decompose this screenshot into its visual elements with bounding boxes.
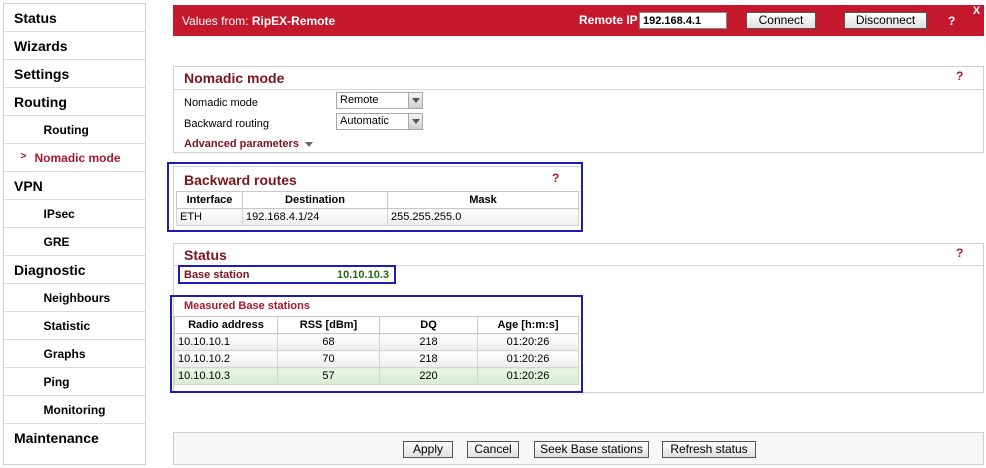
nav-label: Statistic: [43, 318, 91, 333]
nav-label-wrap: > Nomadic mode: [21, 150, 123, 165]
nav-label: IPsec: [43, 206, 75, 221]
backward-routes-highlight: [167, 162, 583, 232]
nav-label: GRE: [43, 234, 70, 249]
nav-label: Nomadic mode: [34, 150, 121, 165]
nav-label: Status: [14, 9, 57, 26]
remote-ip-label: Remote IP: [579, 13, 638, 27]
measured-base-stations-highlight: [170, 295, 583, 393]
select-value: Remote: [340, 94, 379, 106]
nav-maintenance[interactable]: Maintenance: [4, 424, 145, 452]
nav-neighbours[interactable]: Neighbours: [4, 284, 145, 312]
help-icon[interactable]: ?: [956, 69, 963, 83]
nav-label: Diagnostic: [14, 261, 86, 278]
cancel-button[interactable]: Cancel: [467, 441, 519, 458]
panel-divider: [174, 89, 983, 90]
advanced-parameters-toggle[interactable]: Advanced parameters: [184, 138, 313, 150]
triangle-down-icon: [304, 141, 313, 147]
connect-button[interactable]: Connect: [746, 12, 816, 29]
nav-routing[interactable]: Routing: [4, 88, 145, 116]
panel-title: Status: [184, 247, 227, 263]
nav-nomadic-mode[interactable]: > Nomadic mode: [4, 144, 145, 172]
nav-label: VPN: [14, 177, 43, 194]
nav-routing-routing[interactable]: Routing: [4, 116, 145, 144]
backward-routing-label: Backward routing: [184, 118, 269, 130]
remote-ip-input[interactable]: [639, 12, 727, 29]
close-icon[interactable]: X: [970, 5, 983, 18]
values-from-title: Values from: RipEX-Remote: [182, 14, 335, 28]
help-icon[interactable]: ?: [956, 246, 963, 260]
action-footer: Apply Cancel Seek Base stations Refresh …: [173, 432, 984, 465]
select-value: Automatic: [340, 115, 389, 127]
backward-routing-select[interactable]: Automatic: [336, 113, 423, 130]
active-arrow-icon: >: [20, 150, 27, 162]
title-prefix: Values from:: [182, 14, 252, 28]
disconnect-button[interactable]: Disconnect: [844, 12, 927, 29]
nav-label: Monitoring: [43, 402, 106, 417]
nav-label: Routing: [43, 122, 89, 137]
advanced-label: Advanced parameters: [184, 138, 299, 150]
nav-vpn[interactable]: VPN: [4, 172, 145, 200]
remote-header-bar: Values from: RipEX-Remote Remote IP Conn…: [173, 5, 984, 36]
nomadic-mode-label: Nomadic mode: [184, 97, 258, 109]
nav-graphs[interactable]: Graphs: [4, 340, 145, 368]
help-icon[interactable]: ?: [948, 14, 955, 28]
nav-label: Wizards: [14, 37, 68, 54]
chevron-down-icon: [408, 93, 422, 108]
nomadic-mode-panel: Nomadic mode ? Nomadic mode Remote Backw…: [173, 66, 984, 153]
base-station-highlight: [178, 265, 396, 284]
apply-button[interactable]: Apply: [403, 441, 453, 458]
nav-label: Maintenance: [14, 430, 99, 446]
chevron-down-icon: [408, 114, 422, 129]
device-name: RipEX-Remote: [251, 14, 336, 28]
nav-label: Graphs: [43, 346, 86, 361]
nav-diagnostic[interactable]: Diagnostic: [4, 256, 145, 284]
nav-label: Ping: [43, 374, 70, 389]
panel-title: Nomadic mode: [184, 70, 285, 86]
sidebar-nav: Status Wizards Settings Routing Routing …: [3, 3, 146, 465]
nomadic-mode-select[interactable]: Remote: [336, 92, 423, 109]
nav-gre[interactable]: GRE: [4, 228, 145, 256]
nav-wizards[interactable]: Wizards: [4, 32, 145, 60]
nav-status[interactable]: Status: [4, 4, 145, 32]
nav-ipsec[interactable]: IPsec: [4, 200, 145, 228]
nav-statistic[interactable]: Statistic: [4, 312, 145, 340]
nav-label: Routing: [14, 93, 67, 110]
nav-label: Neighbours: [43, 290, 111, 305]
nav-ping[interactable]: Ping: [4, 368, 145, 396]
seek-base-stations-button[interactable]: Seek Base stations: [534, 441, 649, 458]
refresh-status-button[interactable]: Refresh status: [662, 441, 756, 458]
nav-settings[interactable]: Settings: [4, 60, 145, 88]
nav-monitoring[interactable]: Monitoring: [4, 396, 145, 424]
nav-label: Settings: [14, 65, 70, 82]
